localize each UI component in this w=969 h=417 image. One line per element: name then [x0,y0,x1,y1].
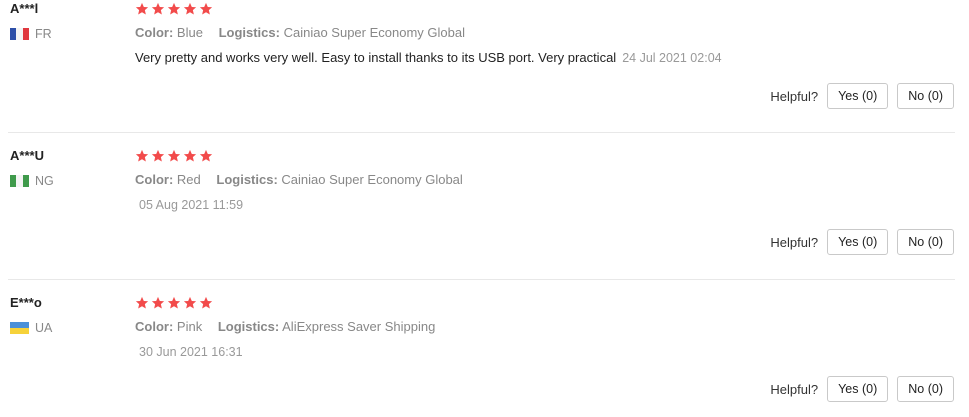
color-value: Blue [176,25,203,40]
helpful-no-button[interactable]: No (0) [897,376,954,402]
helpful-label: Helpful? [770,234,819,250]
star-icon [151,2,165,15]
star-icon [167,296,181,309]
ukraine-flag-icon [10,322,29,334]
star-icon [183,296,197,309]
nigeria-flag-icon [10,175,29,187]
star-icon [167,2,181,15]
star-rating [135,296,213,312]
review-item: A***l FR Color: Blue Logistics: Cainiao … [0,0,969,132]
review-date: 30 Jun 2021 16:31 [139,345,243,359]
star-icon [167,149,181,162]
star-icon [151,149,165,162]
logistics-value: Cainiao Super Economy Global [283,25,465,40]
logistics-label: Logistics: [217,319,280,334]
star-icon [199,149,213,162]
logistics-label: Logistics: [216,172,278,187]
star-icon [135,149,149,162]
france-flag-icon [10,28,29,40]
star-icon [135,296,149,309]
country-code: FR [35,27,52,41]
color-label: Color: [135,25,174,40]
star-icon [135,2,149,15]
helpful-label: Helpful? [770,381,819,397]
reviewer-country: NG [10,174,54,188]
reviewer-name: A***l [10,1,39,16]
star-icon [183,149,197,162]
review-item: A***U NG Color: Red Logistics: Cainiao S… [0,140,969,280]
star-icon [183,2,197,15]
star-icon [199,2,213,15]
logistics-value: Cainiao Super Economy Global [281,172,463,187]
logistics-value: AliExpress Saver Shipping [282,319,436,334]
helpful-yes-button[interactable]: Yes (0) [827,83,889,109]
review-attributes: Color: Pink Logistics: AliExpress Saver … [135,319,447,334]
review-attributes: Color: Blue Logistics: Cainiao Super Eco… [135,25,477,40]
helpful-no-button[interactable]: No (0) [897,229,954,255]
review-attributes: Color: Red Logistics: Cainiao Super Econ… [135,172,475,187]
helpful-controls: Helpful? Yes (0) No (0) [770,376,954,402]
review-text: Very pretty and works very well. Easy to… [135,50,617,65]
logistics-label: Logistics: [218,25,280,40]
color-label: Color: [135,172,174,187]
star-icon [199,296,213,309]
reviewer-name: A***U [10,148,44,163]
star-icon [151,296,165,309]
review-date: 24 Jul 2021 02:04 [622,51,722,65]
helpful-no-button[interactable]: No (0) [897,83,954,109]
review-date: 05 Aug 2021 11:59 [139,198,244,212]
helpful-label: Helpful? [770,88,819,104]
star-rating [135,149,213,165]
review-item: E***o UA Color: Pink Logistics: AliExpre… [0,287,969,417]
review-divider [8,279,955,280]
reviewer-country: FR [10,27,52,41]
reviewer-country: UA [10,321,52,335]
color-value: Pink [176,319,203,334]
country-code: NG [35,174,54,188]
helpful-controls: Helpful? Yes (0) No (0) [770,83,954,109]
color-value: Red [176,172,201,187]
review-divider [8,132,955,133]
color-label: Color: [135,319,174,334]
country-code: UA [35,321,53,335]
review-content: Very pretty and works very well. Easy to… [135,50,722,65]
helpful-yes-button[interactable]: Yes (0) [827,229,889,255]
reviewer-name: E***o [10,295,42,310]
helpful-controls: Helpful? Yes (0) No (0) [770,229,954,255]
star-rating [135,2,213,18]
helpful-yes-button[interactable]: Yes (0) [827,376,889,402]
